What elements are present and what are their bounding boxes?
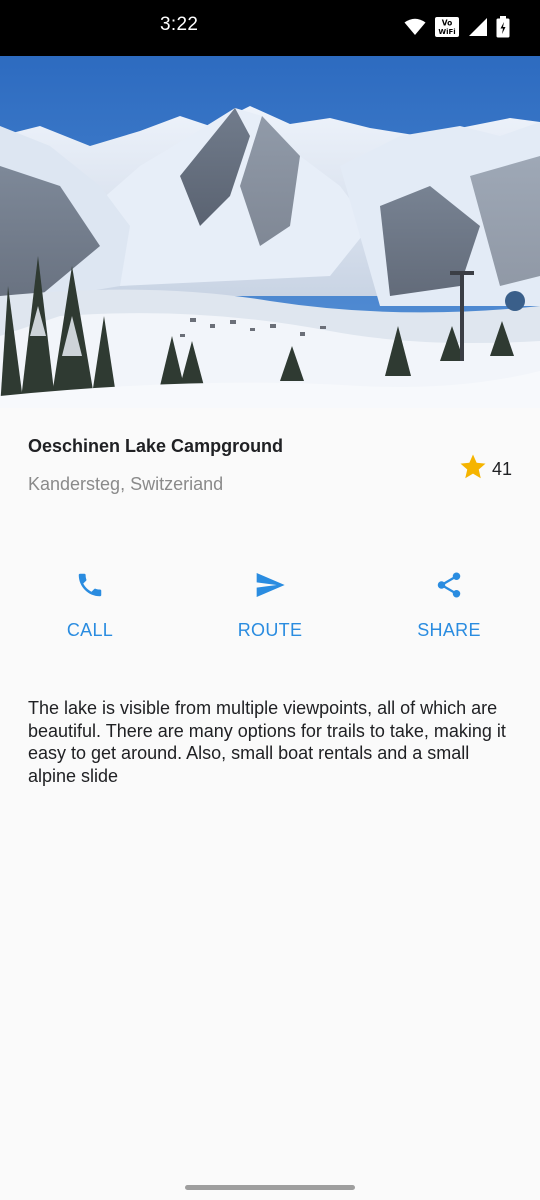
route-label: ROUTE — [237, 620, 303, 640]
place-header: Oeschinen Lake Campground Kandersteg, Sw… — [28, 436, 512, 516]
svg-text:WiFi: WiFi — [438, 28, 455, 36]
share-button[interactable]: SHARE — [369, 566, 529, 650]
place-location: Kandersteg, Switzeriand — [28, 474, 224, 494]
status-time: 3:22 — [160, 14, 199, 35]
place-title: Oeschinen Lake Campground — [28, 436, 284, 456]
share-label: SHARE — [417, 620, 481, 640]
status-bar: 3:22 Vo WiFi — [0, 0, 540, 56]
phone-icon — [75, 566, 105, 604]
action-bar: CALL ROUTE SHARE — [0, 566, 540, 656]
status-icons: Vo WiFi — [404, 14, 510, 40]
send-icon — [254, 566, 286, 604]
battery-icon — [496, 16, 510, 38]
hero-image — [0, 56, 540, 408]
rating-count: 41 — [491, 459, 512, 479]
wifi-icon — [404, 18, 426, 36]
cell-signal-icon — [468, 17, 488, 37]
route-button[interactable]: ROUTE — [190, 566, 350, 650]
vowifi-icon: Vo WiFi — [434, 16, 460, 38]
home-indicator[interactable] — [185, 1185, 355, 1190]
call-label: CALL — [66, 620, 114, 640]
share-icon — [434, 566, 464, 604]
rating[interactable]: 41 — [458, 452, 512, 487]
place-description: The lake is visible from multiple viewpo… — [28, 698, 506, 786]
svg-text:Vo: Vo — [442, 19, 453, 28]
call-button[interactable]: CALL — [10, 566, 170, 650]
star-icon — [458, 452, 488, 487]
